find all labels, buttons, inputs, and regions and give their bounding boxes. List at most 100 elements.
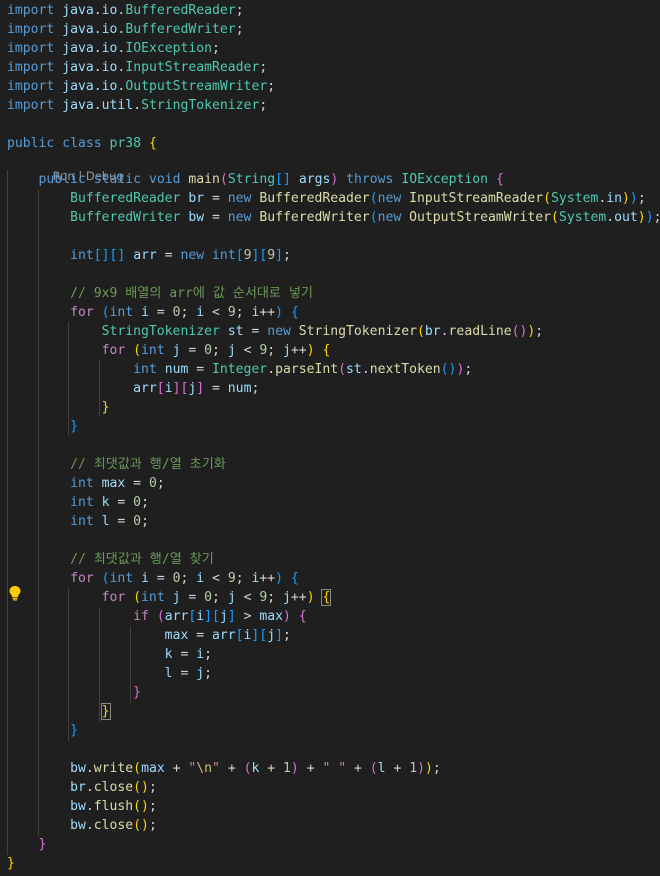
code-token: )	[283, 609, 291, 624]
code-line: import java.io.BufferedWriter;	[0, 20, 244, 39]
code-line: if (arr[i][j] > max) {	[0, 607, 307, 626]
code-token: BufferedWriter	[125, 21, 236, 37]
code-token: .	[606, 210, 615, 225]
code-token: {	[290, 571, 299, 586]
code-token: StringTokenizer	[101, 324, 220, 339]
code-line: import java.io.OutputStreamWriter;	[0, 77, 275, 96]
code-token: 9	[227, 571, 236, 586]
code-token: max	[141, 761, 165, 776]
code-token: <	[204, 305, 228, 320]
code-token: ;	[267, 343, 284, 358]
code-token: new	[377, 191, 402, 206]
code-token: ;	[267, 78, 276, 94]
code-token: )	[637, 210, 646, 225]
code-token: =	[180, 590, 205, 605]
code-token: ++	[259, 571, 276, 586]
code-token: ()	[133, 818, 149, 833]
code-line: int max = 0;	[0, 474, 165, 493]
code-token: java	[62, 59, 94, 75]
code-token: (	[156, 609, 165, 624]
code-token: \n	[196, 761, 213, 776]
code-token: ;	[251, 381, 260, 396]
code-token: .	[85, 780, 94, 795]
code-line: int k = 0;	[0, 493, 149, 512]
code-token: // 최댓값과 행/열 초기화	[70, 457, 226, 472]
code-line: }	[0, 398, 110, 417]
code-token: +	[259, 761, 284, 776]
code-token: )	[629, 191, 638, 206]
code-token: ;	[637, 191, 646, 206]
code-token: java	[62, 78, 94, 94]
code-token: arr	[211, 628, 236, 643]
code-token: ;	[259, 59, 268, 75]
code-token: .	[93, 40, 102, 56]
code-token: int	[212, 248, 236, 263]
code-token: "	[212, 761, 220, 776]
codelens-main: Run | Debug	[38, 152, 124, 183]
code-token: (	[416, 324, 425, 339]
code-token: .	[361, 362, 370, 377]
code-token: 0	[148, 476, 157, 491]
code-token: io	[101, 21, 118, 37]
code-token: ;	[282, 628, 291, 643]
code-token: 0	[204, 590, 213, 605]
code-token: in	[606, 191, 623, 206]
code-token: if	[133, 609, 149, 624]
code-token: 9	[227, 305, 236, 320]
code-token: br	[188, 191, 205, 206]
code-editor[interactable]: Run | Debug import java.io.BufferedReade…	[0, 0, 660, 876]
code-token: ()	[133, 780, 149, 795]
code-token: IOException	[401, 172, 489, 187]
code-token: +	[298, 761, 323, 776]
code-token: OutputStreamWriter	[125, 78, 268, 94]
code-line: import java.io.BufferedReader;	[0, 1, 244, 20]
code-token: +	[164, 761, 189, 776]
code-token: .	[440, 324, 449, 339]
code-token: =	[156, 248, 181, 263]
code-token: (	[101, 305, 110, 320]
code-token: String	[227, 172, 276, 187]
code-token: int	[141, 343, 165, 358]
code-token: ;	[212, 343, 228, 358]
code-token: (	[551, 210, 559, 225]
code-token: int	[70, 495, 94, 510]
code-token: ;	[283, 248, 291, 263]
code-line: }	[0, 835, 47, 854]
code-token: j	[196, 666, 205, 681]
code-token: ]	[275, 628, 283, 643]
code-token: .	[93, 2, 102, 18]
code-token: {	[321, 589, 332, 606]
code-token: =	[148, 305, 173, 320]
code-token: i	[196, 647, 205, 662]
code-token: flush	[93, 799, 134, 814]
code-token: BufferedReader	[70, 191, 181, 206]
code-token: (	[369, 191, 378, 206]
code-token: ;	[148, 818, 157, 833]
code-token: ;	[464, 362, 473, 377]
code-token: +	[346, 761, 370, 776]
code-token: ;	[235, 2, 244, 18]
code-token: for	[70, 305, 94, 320]
code-token: )	[275, 571, 284, 586]
code-token: 0	[204, 343, 213, 358]
code-token: (	[133, 343, 142, 358]
code-token: write	[93, 761, 134, 776]
